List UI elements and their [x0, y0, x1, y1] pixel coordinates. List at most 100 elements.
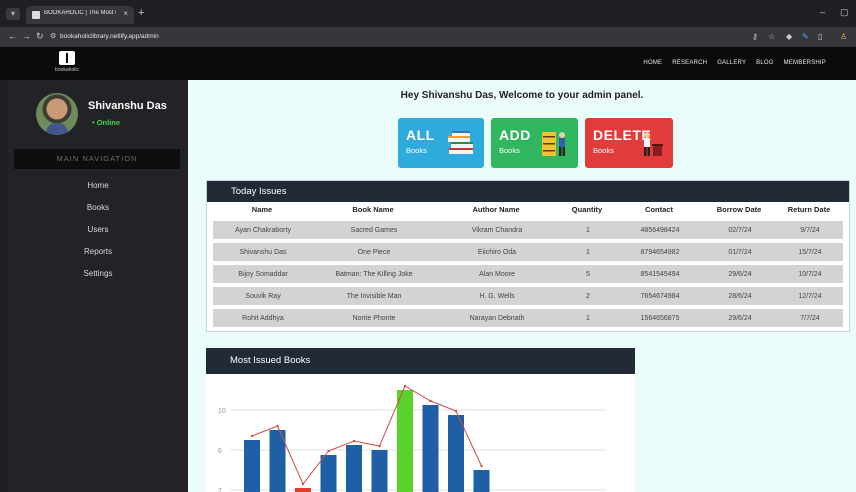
sidebar-item-books[interactable]: Books [8, 203, 188, 212]
extension-icon[interactable]: ◆ [786, 32, 792, 41]
trend-point [480, 464, 483, 468]
reload-icon[interactable]: ↻ [36, 31, 44, 42]
column-header: Name [251, 205, 273, 214]
bookshelf-person-icon [542, 132, 565, 156]
sidebar-item-settings[interactable]: Settings [8, 269, 188, 278]
pen-extension-icon[interactable]: ✎ [802, 32, 809, 41]
table-cell: 29/6/24 [728, 314, 752, 322]
table-cell: 8794654982 [640, 248, 680, 256]
password-key-icon[interactable]: ⚷ [752, 32, 758, 41]
trend-point [403, 384, 407, 388]
minimize-icon[interactable]: – [820, 7, 825, 17]
table-cell: Rohit Addhya [242, 314, 284, 322]
nav-blog[interactable]: BLOG [756, 60, 773, 66]
trend-point [352, 439, 356, 443]
avatar [36, 93, 78, 135]
favicon-icon [32, 11, 40, 19]
table-cell: Nonte Phonte [352, 314, 396, 322]
table-cell: Narayan Debnath [469, 314, 525, 322]
table-cell: Batman: The Killing Joke [335, 270, 413, 278]
column-header: Return Date [787, 205, 831, 214]
trend-point [250, 434, 254, 438]
sidebar-item-users[interactable]: Users [8, 225, 188, 234]
table-cell: 7/7/24 [800, 314, 820, 322]
profile-icon[interactable]: ♙ [840, 32, 847, 41]
most-issued-books-panel: Most Issued Books 02610 [206, 348, 635, 492]
table-cell: 15/7/24 [798, 248, 822, 256]
site-settings-icon[interactable]: ⚙ [50, 32, 56, 40]
today-issues-panel: Today Issues Name Book Name Author Name … [206, 180, 850, 332]
y-tick-label: 6 [218, 448, 222, 455]
tab-title: BOOKAHOLIC | The Most Grea... [44, 10, 116, 16]
most-issued-books-chart: 02610 [218, 384, 606, 492]
table-cell: Bijoy Somaddar [238, 270, 288, 278]
delete-books-button[interactable]: DELETE Books [585, 118, 673, 168]
table-cell: 5 [586, 270, 590, 278]
chart-bar [371, 450, 388, 492]
table-row: Bijoy Somaddar Batman: The Killing Joke Al… [213, 265, 843, 283]
trend-point [378, 444, 381, 448]
trend-point [276, 424, 279, 428]
browser-tab-bar: ▾ BOOKAHOLIC | The Most Grea... × + – ▢ [0, 0, 856, 27]
tab-close-icon[interactable]: × [123, 9, 128, 18]
add-books-button[interactable]: ADD Books [491, 118, 578, 168]
user-name: Shivanshu Das [88, 100, 167, 112]
table-header: Name Book Name Author Name Quantity Cont… [212, 205, 842, 219]
card-sublabel: Books [593, 146, 614, 155]
sidebar-item-reports[interactable]: Reports [8, 247, 188, 256]
online-status: • Online [92, 118, 121, 127]
table-cell: Alan Moore [479, 270, 515, 278]
trend-point [327, 449, 330, 453]
browser-tab[interactable]: BOOKAHOLIC | The Most Grea... × [26, 6, 134, 24]
table-cell: Vikram Chandra [471, 226, 523, 234]
back-icon[interactable]: ← [8, 31, 17, 41]
sidebar-item-home[interactable]: Home [8, 181, 188, 190]
y-tick-label: 10 [218, 408, 226, 415]
table-cell: Eiichiro Oda [477, 248, 517, 256]
table-cell: 12/7/24 [798, 292, 822, 300]
chart-bar [473, 470, 490, 492]
nav-gallery[interactable]: GALLERY [717, 60, 746, 66]
book-logo-icon [59, 51, 75, 65]
card-label: ADD [499, 127, 531, 143]
tab-menu-icon[interactable]: ▾ [6, 8, 20, 20]
table-cell: The Invisible Man [346, 292, 402, 300]
nav-home[interactable]: HOME [643, 60, 662, 66]
sidebar-panel-icon[interactable]: ▯ [818, 32, 822, 41]
column-header: Quantity [571, 205, 603, 214]
nav-membership[interactable]: MEMBERSHIP [784, 60, 826, 66]
table-cell: 1 [586, 248, 590, 256]
table-row: Ayan Chakraborty Sacred Games Vikram Chand… [213, 221, 843, 239]
chart-bar [397, 390, 413, 492]
new-tab-icon[interactable]: + [138, 7, 144, 19]
table-cell: 01/7/24 [728, 248, 752, 256]
person-trash-icon [644, 132, 663, 156]
top-navigation: HOME RESEARCH GALLERY BLOG MEMBERSHIP [643, 60, 826, 66]
card-label: ALL [406, 127, 435, 143]
bookmark-star-icon[interactable]: ☆ [768, 32, 775, 41]
table-cell: 4856498424 [640, 226, 680, 234]
all-books-button[interactable]: ALL Books [398, 118, 484, 168]
column-header: Author Name [472, 205, 520, 214]
main-navigation-heading: MAIN NAVIGATION [14, 149, 180, 169]
column-header: Borrow Date [716, 205, 762, 214]
table-cell: 7654674984 [640, 292, 680, 300]
table-row: Souvik Ray The Invisible Man H. G. Wells 2 7… [213, 287, 843, 305]
table-cell: Sacred Games [350, 226, 398, 234]
trend-point [454, 409, 458, 413]
restore-icon[interactable]: ▢ [840, 7, 849, 18]
admin-main: Hey Shivanshu Das, Welcome to your admin… [188, 80, 856, 492]
trend-line [251, 385, 482, 485]
chart-bar [448, 415, 464, 492]
welcome-message: Hey Shivanshu Das, Welcome to your admin… [400, 90, 644, 101]
table-cell: 1 [586, 226, 590, 234]
forward-icon[interactable]: → [22, 31, 31, 41]
chart-title: Most Issued Books [206, 348, 635, 374]
table-cell: 28/6/24 [728, 292, 752, 300]
table-cell: Souvik Ray [245, 292, 281, 300]
table-cell: Shivanshu Das [239, 248, 287, 256]
site-logo[interactable]: bookaholic [52, 51, 82, 73]
url-field[interactable]: bookaholiclibrary.netlify.app/admin [60, 33, 159, 40]
chart-bar [320, 455, 337, 492]
nav-research[interactable]: RESEARCH [672, 60, 707, 66]
